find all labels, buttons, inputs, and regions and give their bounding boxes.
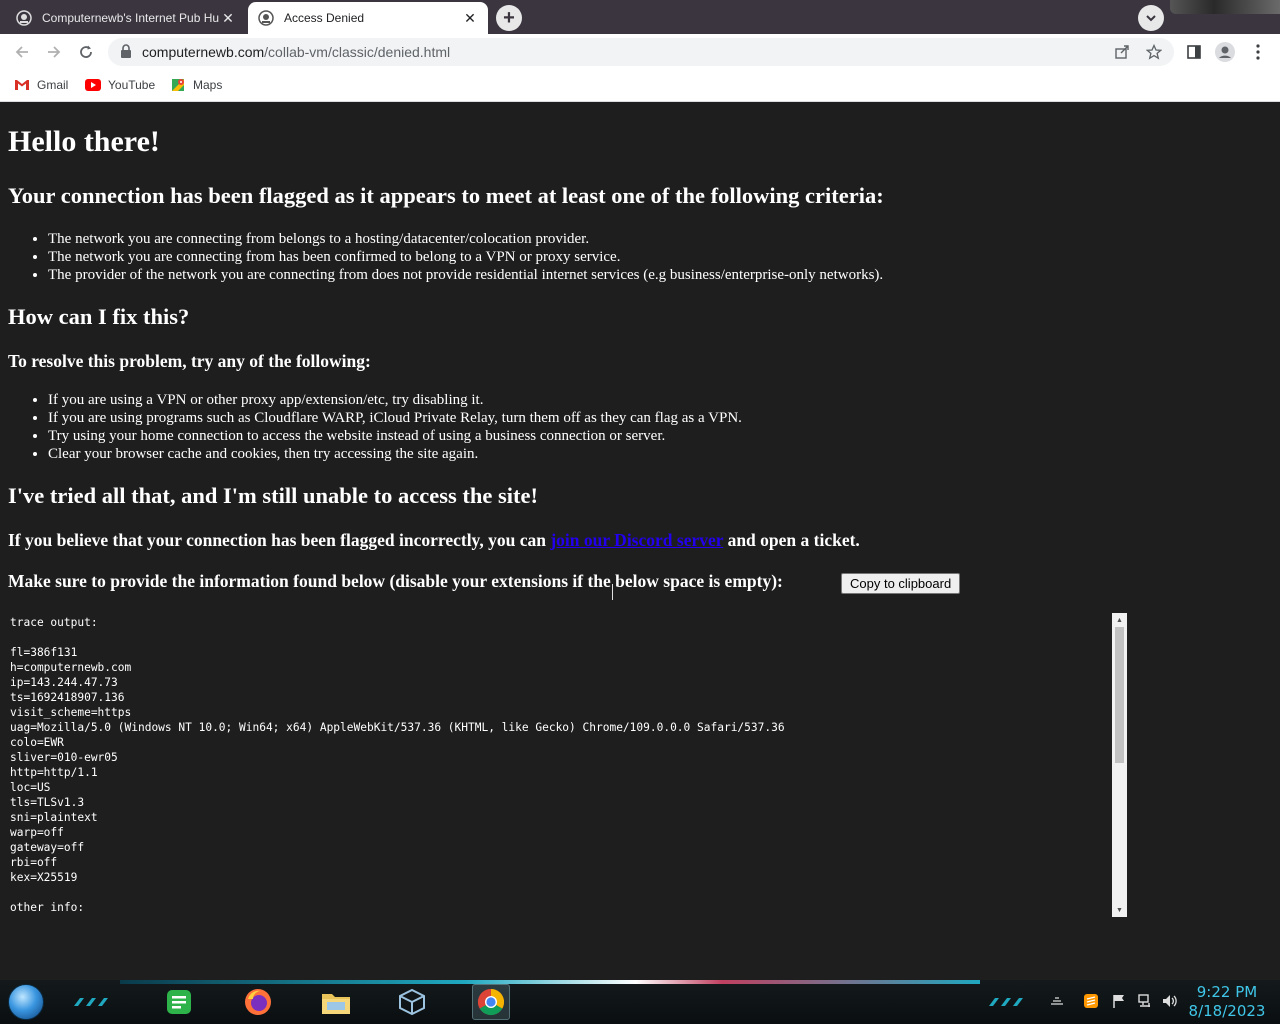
taskbar-decoration bbox=[989, 998, 1023, 1006]
show-hidden-icons-button[interactable] bbox=[1048, 992, 1066, 1010]
clock-time: 9:22 PM bbox=[1196, 983, 1258, 1001]
side-panel-button[interactable] bbox=[1184, 42, 1204, 62]
titlebar-decoration bbox=[1170, 0, 1280, 14]
new-tab-button[interactable]: + bbox=[496, 5, 522, 31]
trace-scrollbar[interactable]: ▲ ▼ bbox=[1112, 613, 1127, 917]
start-button[interactable] bbox=[8, 984, 44, 1020]
computernewb-icon bbox=[16, 10, 32, 26]
tab-search-button[interactable] bbox=[1138, 5, 1164, 31]
fix-heading: How can I fix this? bbox=[8, 304, 190, 329]
reload-button[interactable] bbox=[74, 40, 98, 64]
bookmarks-bar: Gmail YouTube Maps bbox=[0, 70, 1280, 102]
sublime-tray-icon[interactable] bbox=[1082, 992, 1100, 1010]
taskbar: 9:22 PM 8/18/2023 bbox=[0, 980, 1280, 1024]
believe-suffix: and open a ticket. bbox=[723, 530, 860, 550]
trace-output-box[interactable]: trace output: fl=386f131 h=computernewb.… bbox=[8, 613, 1127, 917]
profile-button[interactable] bbox=[1215, 42, 1235, 62]
list-item: The network you are connecting from has … bbox=[48, 248, 883, 266]
taskbar-decoration bbox=[74, 998, 108, 1006]
still-unable-heading: I've tried all that, and I'm still unabl… bbox=[8, 483, 538, 508]
trace-output-text: trace output: fl=386f131 h=computernewb.… bbox=[10, 616, 785, 914]
scroll-down-icon[interactable]: ▼ bbox=[1115, 905, 1124, 915]
bookmark-label: Maps bbox=[193, 78, 223, 92]
chevron-up-icon bbox=[1051, 997, 1063, 1005]
provide-info-text: Make sure to provide the information fou… bbox=[8, 571, 783, 591]
clock-date: 8/18/2023 bbox=[1188, 1002, 1266, 1020]
list-item: If you are using a VPN or other proxy ap… bbox=[48, 391, 742, 409]
file-explorer-icon bbox=[322, 994, 350, 1014]
list-item: Try using your home connection to access… bbox=[48, 427, 742, 445]
system-clock[interactable]: 9:22 PM 8/18/2023 bbox=[1186, 983, 1268, 1021]
list-item: The provider of the network you are conn… bbox=[48, 266, 883, 284]
network-icon[interactable] bbox=[1136, 992, 1154, 1010]
list-item: The network you are connecting from belo… bbox=[48, 230, 883, 248]
file-explorer-app[interactable] bbox=[317, 984, 355, 1020]
bookmark-maps[interactable]: Maps bbox=[170, 77, 222, 93]
notes-icon bbox=[167, 990, 191, 1014]
flag-heading: Your connection has been flagged as it a… bbox=[8, 183, 884, 208]
action-center-flag-icon[interactable] bbox=[1110, 992, 1128, 1010]
tab-title: Access Denied bbox=[284, 11, 365, 25]
back-button[interactable] bbox=[10, 40, 34, 64]
forward-arrow-icon bbox=[48, 46, 61, 58]
tab-strip: Computernewb's Internet Pub Hu ✕ Access … bbox=[0, 0, 1280, 34]
maps-icon bbox=[170, 77, 186, 93]
scroll-up-icon[interactable]: ▲ bbox=[1115, 615, 1124, 625]
gmail-icon bbox=[14, 77, 30, 93]
bookmark-label: YouTube bbox=[108, 78, 156, 92]
firefox-app[interactable] bbox=[239, 984, 277, 1020]
reload-icon bbox=[80, 45, 92, 58]
notes-app[interactable] bbox=[160, 984, 198, 1020]
close-icon[interactable]: ✕ bbox=[462, 10, 478, 26]
tab-computernewb-pub[interactable]: Computernewb's Internet Pub Hu ✕ bbox=[6, 2, 246, 34]
fixes-list: If you are using a VPN or other proxy ap… bbox=[48, 391, 742, 463]
virtualbox-icon bbox=[399, 988, 425, 1016]
scrollbar-thumb[interactable] bbox=[1115, 627, 1124, 763]
copy-to-clipboard-button[interactable]: Copy to clipboard bbox=[841, 573, 961, 594]
menu-button[interactable] bbox=[1248, 42, 1268, 62]
discord-link[interactable]: join our Discord server bbox=[550, 530, 723, 550]
forward-button[interactable] bbox=[42, 40, 66, 64]
share-icon[interactable] bbox=[1114, 44, 1130, 60]
browser-toolbar: computernewb.com/collab-vm/classic/denie… bbox=[0, 34, 1280, 70]
believe-prefix: If you believe that your connection has … bbox=[8, 530, 551, 550]
tab-title: Computernewb's Internet Pub Hu bbox=[42, 11, 220, 25]
chrome-app[interactable] bbox=[472, 984, 510, 1020]
page-title: Hello there! bbox=[8, 125, 160, 158]
criteria-list: The network you are connecting from belo… bbox=[48, 230, 883, 284]
believe-paragraph: If you believe that your connection has … bbox=[8, 530, 860, 551]
list-item: If you are using programs such as Cloudf… bbox=[48, 409, 742, 427]
close-icon[interactable]: ✕ bbox=[220, 10, 236, 26]
volume-icon[interactable] bbox=[1160, 992, 1178, 1010]
lock-icon[interactable] bbox=[120, 44, 132, 63]
virtualbox-app[interactable] bbox=[393, 984, 431, 1020]
tab-access-denied[interactable]: Access Denied ✕ bbox=[248, 2, 488, 34]
url-domain: computernewb.com bbox=[142, 44, 265, 60]
chrome-icon bbox=[477, 988, 505, 1016]
bookmark-gmail[interactable]: Gmail bbox=[14, 77, 68, 93]
text-cursor-icon bbox=[612, 584, 614, 600]
side-panel-icon bbox=[1187, 45, 1201, 59]
chevron-down-icon bbox=[1146, 15, 1156, 22]
avatar-icon bbox=[1215, 42, 1235, 62]
page-content: Hello there! Your connection has been fl… bbox=[0, 103, 1280, 980]
star-icon[interactable] bbox=[1145, 43, 1163, 60]
computernewb-icon bbox=[258, 10, 274, 26]
list-item: Clear your browser cache and cookies, th… bbox=[48, 445, 742, 463]
bookmark-youtube[interactable]: YouTube bbox=[85, 77, 155, 93]
more-vert-icon bbox=[1256, 44, 1260, 60]
address-bar[interactable]: computernewb.com/collab-vm/classic/denie… bbox=[108, 38, 1174, 66]
youtube-icon bbox=[85, 77, 101, 93]
firefox-icon bbox=[245, 989, 271, 1015]
url-path: /collab-vm/classic/denied.html bbox=[264, 44, 451, 60]
resolve-heading: To resolve this problem, try any of the … bbox=[8, 351, 371, 371]
bookmark-label: Gmail bbox=[37, 78, 69, 92]
url-text: computernewb.com/collab-vm/classic/denie… bbox=[142, 44, 450, 60]
back-arrow-icon bbox=[15, 46, 28, 58]
